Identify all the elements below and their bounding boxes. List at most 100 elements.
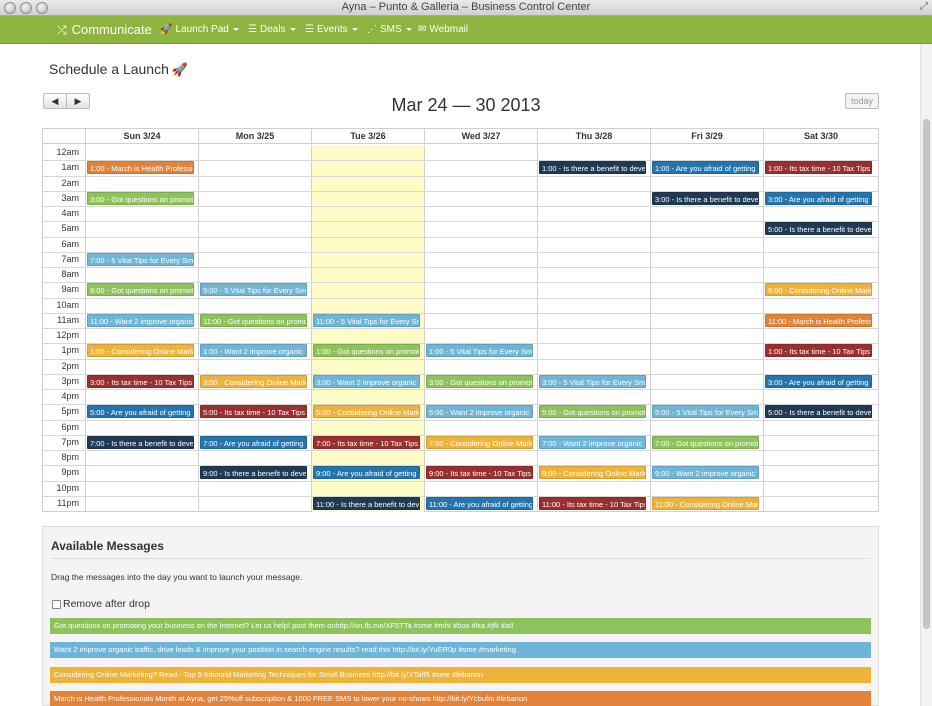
calendar-event[interactable]: 9:00 - Considering Online Marketing [539, 466, 646, 480]
hour-label: 2pm [61, 360, 79, 371]
envelope-icon: ✉ [418, 24, 427, 35]
calendar-event[interactable]: 9:00 - Its tax time - 10 Tax Tips for [426, 466, 533, 480]
calendar-event[interactable]: 11:00 - March is Health Professionals [765, 313, 872, 327]
hour-label: 11am [57, 314, 79, 325]
calendar-event[interactable]: 11:00 - Want 2 improve organic [87, 313, 194, 327]
calendar-event[interactable]: 1:00 - Is there a benefit to develop [539, 161, 646, 175]
rocket-icon: 🚀 [160, 24, 173, 35]
calendar-event[interactable]: 7:00 - Are you afraid of getting [200, 435, 307, 449]
calendar-event[interactable]: 9:00 - Is there a benefit to develop [200, 466, 307, 480]
calendar-event[interactable]: 5:00 - Are you afraid of getting [87, 405, 194, 419]
calendar-event[interactable]: 11:00 - Got questions on promoting [200, 313, 307, 327]
week-calendar: Sun 3/24 Mon 3/25 Tue 3/26 Wed 3/27 Thu 3/28… [42, 128, 879, 512]
calendar-event[interactable]: 5:00 - 5 Vital Tips for Every Small [652, 405, 759, 419]
calendar-event[interactable]: 3:00 - Want 2 improve organic [313, 374, 420, 388]
remove-after-drop-checkbox[interactable] [52, 600, 61, 609]
signal-icon: ⋰ [367, 24, 377, 35]
nav-item-label: Webmail [429, 24, 469, 35]
calendar-event[interactable]: 7:00 - Want 2 improve organic [539, 435, 646, 449]
calendar-event[interactable]: 7:00 - Got questions on promoting [652, 435, 759, 449]
calendar-event[interactable]: 7:00 - Is there a benefit to develop [87, 435, 194, 449]
scrollbar-thumb[interactable] [923, 119, 930, 629]
calendar-event[interactable]: 5:00 - Want 2 improve organic [426, 405, 533, 419]
row-divider [43, 419, 878, 421]
main-navbar: ⤮ Communicate 🚀 Launch Pad ☰ Deals ☰ Events … [0, 16, 932, 44]
today-button[interactable]: today [845, 93, 879, 109]
list-icon: ☰ [305, 24, 314, 35]
caret-down-icon [232, 27, 239, 31]
calendar-event[interactable]: 1:00 - March is Health Professionals Mon… [87, 161, 194, 175]
message-item[interactable]: Got questions on promoting your business… [50, 618, 871, 634]
nav-item-events[interactable]: ☰ Events [305, 16, 358, 44]
fullscreen-icon[interactable]: ⤢ [920, 1, 928, 12]
calendar-event[interactable]: 5:00 - Got questions on promoting [539, 405, 646, 419]
calendar-event[interactable]: 11:00 - Its tax time - 10 Tax Tips for [539, 496, 646, 510]
calendar-event[interactable]: 3:00 - Got questions on promoting [87, 191, 194, 205]
calendar-event[interactable]: 7:00 - 5 Vital Tips for Every Small [87, 252, 194, 266]
nav-item-deals[interactable]: ☰ Deals [248, 16, 296, 44]
calendar-event[interactable]: 11:00 - 5 Vital Tips for Every Small [313, 313, 420, 327]
row-divider [43, 358, 878, 360]
calendar-event[interactable]: 5:00 - Is there a benefit to develop [765, 405, 872, 419]
nav-brand-label: Communicate [71, 22, 152, 37]
row-divider [43, 297, 878, 299]
message-item[interactable]: Want 2 improve organic traffic, drive le… [50, 642, 871, 658]
calendar-event[interactable]: 5:00 - Its tax time - 10 Tax Tips for [200, 405, 307, 419]
hour-label: 7pm [61, 436, 79, 447]
calendar-event[interactable]: 3:00 - 5 Vital Tips for Every Small [539, 374, 646, 388]
remove-after-drop-label: Remove after drop [63, 598, 150, 610]
calendar-event[interactable]: 3:00 - Is there a benefit to develop [652, 191, 759, 205]
caret-down-icon [289, 27, 296, 31]
calendar-header-row: Sun 3/24 Mon 3/25 Tue 3/26 Wed 3/27 Thu 3/28… [43, 129, 878, 144]
window-titlebar: Ayna – Punto & Galleria – Business Contr… [0, 0, 932, 16]
message-item[interactable]: Considering Online Marketing? Read - Top… [50, 667, 871, 683]
calendar-event[interactable]: 1:00 - Its tax time - 10 Tax Tips for [765, 344, 872, 358]
hour-label: 5am [61, 223, 79, 234]
calendar-event[interactable]: 9:00 - Considering Online Marketing [765, 283, 872, 297]
calendar-event[interactable]: 1:00 - Its tax time - 10 Tax Tips for [765, 161, 872, 175]
calendar-event[interactable]: 9:00 - 5 Vital Tips for Every Small [200, 283, 307, 297]
calendar-event[interactable]: 3:00 - Are you afraid of getting [765, 374, 872, 388]
calendar-event[interactable]: 1:00 - Got questions on promoting [313, 344, 420, 358]
day-header: Thu 3/28 [537, 129, 650, 144]
calendar-event[interactable]: 5:00 - Considering Online Marketing [313, 405, 420, 419]
nav-item-label: SMS [380, 24, 402, 35]
calendar-event[interactable]: 5:00 - Is there a benefit to develop [765, 222, 872, 236]
nav-item-label: Deals [259, 24, 286, 35]
calendar-event[interactable]: 1:00 - Want 2 improve organic [200, 344, 307, 358]
calendar-event[interactable]: 1:00 - 5 Vital Tips for Every Small [426, 344, 533, 358]
hour-label: 4am [61, 208, 79, 218]
nav-item-launch-pad[interactable]: 🚀 Launch Pad [160, 16, 239, 44]
hour-label: 1am [61, 162, 79, 173]
calendar-event[interactable]: 3:00 - Got questions on promoting [426, 374, 533, 388]
hour-label: 8am [61, 269, 79, 279]
calendar-event[interactable]: 9:00 - Want 2 improve organic [652, 466, 759, 480]
page-scrollbar[interactable] [920, 44, 932, 706]
calendar-event[interactable]: 11:00 - Is there a benefit to develop [313, 496, 420, 510]
nav-item-webmail[interactable]: ✉ Webmail [418, 16, 468, 44]
calendar-event[interactable]: 9:00 - Got questions on promoting [87, 283, 194, 297]
calendar-event[interactable]: 11:00 - Considering Online Marketing [652, 496, 759, 510]
hour-label: 6am [61, 238, 79, 249]
calendar-event[interactable]: 7:00 - Considering Online Marketing [426, 435, 533, 449]
rocket-icon: 🚀 [171, 62, 189, 77]
shuffle-icon: ⤮ [57, 23, 67, 37]
hour-label: 3am [61, 192, 79, 203]
calendar-event[interactable]: 3:00 - Considering Online Marketing [200, 374, 307, 388]
hour-label: 6pm [61, 421, 79, 432]
nav-item-sms[interactable]: ⋰ SMS [367, 16, 412, 44]
message-item[interactable]: March is Health Professionals Month at A… [50, 691, 871, 706]
calendar-event[interactable]: 1:00 - Are you afraid of getting [652, 161, 759, 175]
row-divider [43, 328, 878, 329]
hour-label: 9am [61, 284, 79, 295]
calendar-event[interactable]: 3:00 - Its tax time - 10 Tax Tips for [87, 374, 194, 388]
calendar-event[interactable]: 1:00 - Considering Online Marketing [87, 344, 194, 358]
calendar-event[interactable]: 7:00 - Its tax time - 10 Tax Tips for [313, 435, 420, 449]
row-divider [43, 206, 878, 207]
calendar-event[interactable]: 3:00 - Are you afraid of getting [765, 191, 872, 205]
hour-label: 12am [56, 147, 79, 157]
calendar-event[interactable]: 9:00 - Are you afraid of getting [313, 466, 420, 480]
hour-label: 10pm [56, 482, 79, 493]
calendar-event[interactable]: 11:00 - Are you afraid of getting [426, 496, 533, 510]
nav-brand-communicate[interactable]: ⤮ Communicate [57, 16, 152, 44]
